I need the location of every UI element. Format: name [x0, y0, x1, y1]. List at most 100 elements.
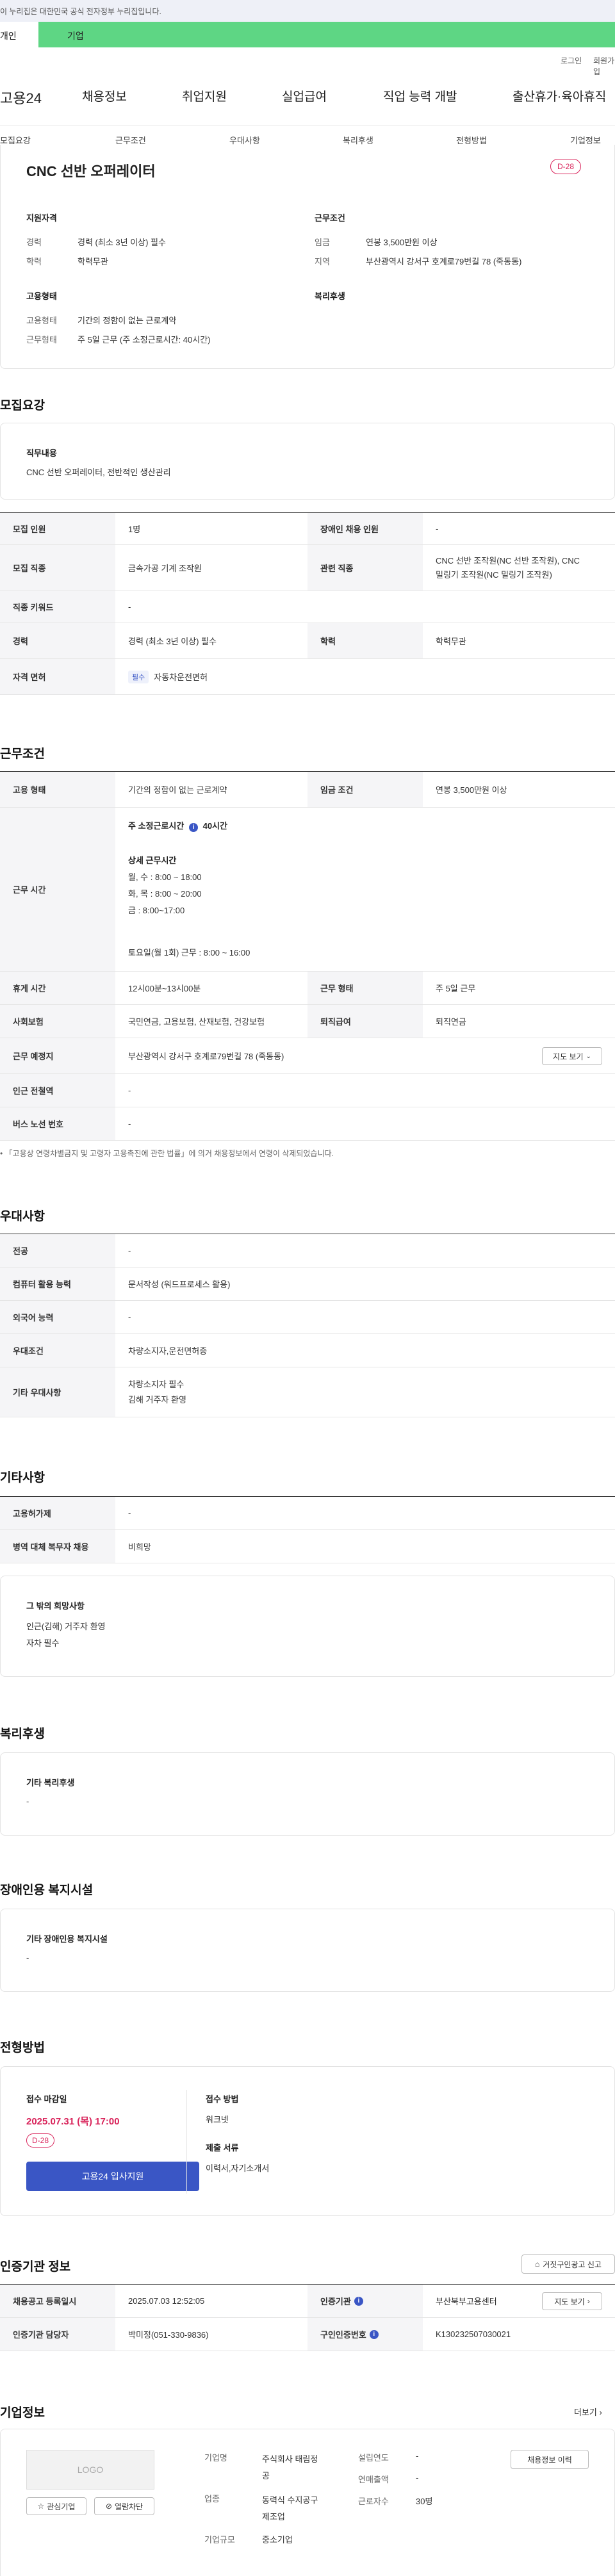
table-cell: 경력 (최소 3년 이상) 필수 — [128, 637, 217, 646]
map-button-label: 지도 보기 — [554, 2297, 585, 2306]
est-value: - — [416, 2451, 419, 2461]
tab-company[interactable]: 기업 — [38, 22, 615, 47]
employees-value: 30명 — [416, 2497, 433, 2506]
table-row: 경력 경력 (최소 3년 이상) 필수 학력 학력무관 — [0, 623, 615, 659]
recruit-table: 모집 인원 1명 장애인 채용 인원 - 모집 직종 금속가공 기계 조작원 관… — [0, 512, 615, 698]
job-title: CNC 선반 오퍼레이터 — [26, 163, 156, 179]
other-wish-line: 인근(김해) 거주자 환영 — [26, 1622, 106, 1631]
company-logo: LOGO — [26, 2450, 154, 2490]
nav-parental-leave[interactable]: 출산휴가·육아휴직 — [512, 87, 606, 104]
pref-title: 우대사항 — [0, 1210, 45, 1223]
table-row: 휴게 시간 12시00분~13시00분 근무 형태 주 5일 근무 — [0, 972, 615, 1005]
table-cell: 학력무관 — [436, 637, 466, 646]
emp-value: 기간의 정함이 없는 근로계약 — [78, 316, 177, 325]
table-row: 자격 면허 필수 자동차운전면허 — [0, 659, 615, 695]
table-cell: - — [128, 1086, 131, 1095]
industry-label: 업종 — [204, 2494, 220, 2504]
sales-label: 연매출액 — [358, 2475, 389, 2484]
emp-label: 고용형태 — [26, 316, 57, 325]
age-notice: • 「고용상 연령차별금지 및 고령자 고용촉진에 관한 법률」에 의거 채용정… — [0, 1149, 334, 1158]
other-wish-box: 그 밖의 희망사항 인근(김해) 거주자 환영 자차 필수 — [0, 1576, 615, 1677]
duty-box: 직무내용 CNC 선반 오퍼레이터, 전반적인 생산관리 — [0, 423, 615, 500]
table-cell: - — [128, 1119, 131, 1129]
map-button[interactable]: 지도 보기 ⌄ — [542, 1047, 602, 1065]
table-header: 장애인 채용 인원 — [308, 513, 423, 544]
table-row: 인근 전철역 - — [0, 1074, 615, 1107]
table-header: 인근 전철역 — [0, 1074, 115, 1107]
info-icon[interactable]: i — [369, 2329, 379, 2339]
table-header: 자격 면허 — [0, 659, 115, 694]
hiring-history-button[interactable]: 채용정보 이력 — [511, 2450, 589, 2469]
table-header: 인증기관 i — [308, 2285, 423, 2317]
table-cell: 12시00분~13시00분 — [128, 984, 201, 993]
detail-hours-line: 금 : 8:00~17:00 — [128, 906, 185, 915]
deadline-value: 2025.07.31 (목) 17:00 — [26, 2116, 120, 2127]
table-header: 버스 노선 번호 — [0, 1107, 115, 1140]
agency-table: 채용공고 등록일시 2025.07.03 12:52:05 인증기관 i 부산북부… — [0, 2284, 615, 2351]
table-header: 근무 시간 — [0, 808, 115, 971]
table-header: 기타 우대사항 — [0, 1367, 115, 1417]
join-link[interactable]: 회원가입 — [593, 55, 615, 77]
company-name-label: 기업명 — [204, 2453, 227, 2463]
report-button-label: 거짓구인광고 신고 — [543, 2260, 602, 2269]
table-cell: 비희망 — [128, 1542, 151, 1552]
table-cell: - — [128, 1312, 131, 1322]
company-name-line: 공 — [262, 2471, 270, 2481]
cond-table: 고용 형태 기간의 정함이 없는 근로계약 임금 조건 연봉 3,500만원 이… — [0, 771, 615, 1141]
table-header: 인증기관 담당자 — [0, 2318, 115, 2351]
agency-map-button[interactable]: 지도 보기 › — [542, 2292, 602, 2310]
disab-box-heading: 기타 장애인용 복지시설 — [26, 1934, 108, 1944]
nav-unemployment-benefit[interactable]: 실업급여 — [282, 87, 327, 104]
related-job-line: 밀링기 조작원(NC 밀링기 조작원) — [436, 569, 552, 580]
disab-box-value: - — [26, 1953, 29, 1962]
other-table: 고용허가제 - 병역 대체 복무자 채용 비희망 — [0, 1496, 615, 1564]
process-title: 전형방법 — [0, 2041, 45, 2055]
table-row: 근무 예정지 부산광역시 강서구 호계로79번길 78 (죽동동) 지도 보기 ⌄ — [0, 1038, 615, 1074]
table-row: 고용 형태 기간의 정함이 없는 근로계약 임금 조건 연봉 3,500만원 이… — [0, 772, 615, 808]
login-link[interactable]: 로그인 — [561, 55, 582, 66]
region-value: 부산광역시 강서구 호계로79번길 78 (죽동동) — [366, 257, 522, 266]
table-cell: - — [128, 1246, 131, 1255]
table-row: 전공 - — [0, 1234, 615, 1268]
table-cell: 부산북부고용센터 — [436, 2297, 497, 2306]
map-button-label: 지도 보기 — [553, 1052, 584, 1061]
apply-button[interactable]: 고용24 입사지원 — [26, 2162, 199, 2191]
table-row: 모집 직종 금속가공 기계 조작원 관련 직종 CNC 선반 조작원(NC 선반… — [0, 545, 615, 591]
block-label: 열람차단 — [114, 2502, 144, 2511]
tab-personal[interactable]: 개인 — [0, 22, 38, 47]
divider — [186, 2090, 187, 2194]
agency-title: 인증기관 정보 — [0, 2260, 71, 2274]
company-more-link[interactable]: 더보기 › — [574, 2406, 602, 2418]
table-header: 고용 형태 — [0, 772, 115, 807]
report-fake-ad-button[interactable]: ⌂ 거짓구인광고 신고 — [521, 2254, 615, 2274]
wage-label: 임금 — [315, 238, 330, 247]
info-icon[interactable]: i — [188, 823, 198, 832]
table-cell: 2025.07.03 12:52:05 — [128, 2296, 205, 2306]
welfare-title: 복리후생 — [0, 1727, 45, 1741]
nav-vocational-training[interactable]: 직업 능력 개발 — [383, 87, 457, 104]
hours-value: 주 5일 근무 (주 소정근로시간: 40시간) — [78, 335, 211, 345]
table-header: 채용공고 등록일시 — [0, 2285, 115, 2317]
table-row: 컴퓨터 활용 능력 문서작성 (워드프로세스 활용) — [0, 1268, 615, 1301]
table-cell: 1명 — [128, 525, 141, 534]
table-header: 퇴직급여 — [308, 1005, 423, 1038]
table-header: 휴게 시간 — [0, 972, 115, 1004]
favorite-company-button[interactable]: ☆ 관심기업 — [26, 2497, 86, 2515]
info-icon[interactable]: i — [354, 2296, 363, 2306]
table-header: 전공 — [0, 1234, 115, 1267]
site-logo[interactable]: 고용24 — [0, 87, 42, 108]
company-name-line: 주식회사 태림정 — [262, 2454, 318, 2464]
company-name: 주식회사 태림정공 — [262, 2451, 318, 2484]
cert-no-label: 구인인증번호 — [320, 2330, 366, 2340]
table-header: 임금 조건 — [308, 772, 423, 807]
table-row: 인증기관 담당자 박미정(051-330-9836) 구인인증번호 i K1302… — [0, 2318, 615, 2351]
industry-value: 동력식 수지공구 제조업 — [262, 2492, 318, 2525]
nav-jobs[interactable]: 채용정보 — [82, 87, 127, 104]
block-view-button[interactable]: ⊘ 열람차단 — [94, 2497, 154, 2515]
table-row: 고용허가제 - — [0, 1497, 615, 1530]
nav-employment-support[interactable]: 취업지원 — [182, 87, 227, 104]
pref-etc-line: 김해 거주자 환영 — [128, 1394, 186, 1405]
related-job-line: CNC 선반 조작원(NC 선반 조작원), CNC — [436, 555, 580, 566]
table-header: 모집 인원 — [0, 513, 115, 544]
detail-hours-line: 월, 수 : 8:00 ~ 18:00 — [128, 872, 202, 882]
